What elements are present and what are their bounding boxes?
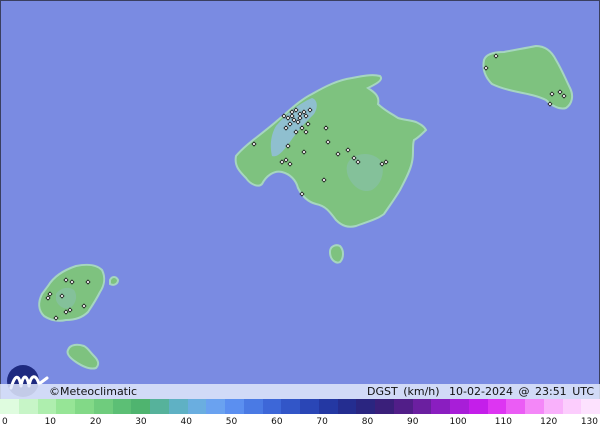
scale-swatch — [506, 399, 525, 414]
map-canvas — [0, 0, 600, 435]
scale-swatch — [431, 399, 450, 414]
scale-swatch — [356, 399, 375, 414]
scale-tick-label: 0 — [2, 417, 8, 427]
scale-tick-label: 130 — [580, 417, 598, 427]
scale-tick-label: 110 — [494, 417, 512, 427]
scale-tick-label: 40 — [180, 417, 192, 427]
scale-tick-label: 70 — [316, 417, 328, 427]
scale-swatch — [37, 399, 57, 414]
scale-tick-label: 10 — [44, 417, 57, 427]
variable-unit: (km/h) — [403, 385, 440, 398]
scale-tick-label: 50 — [225, 417, 238, 427]
scale-swatch — [487, 399, 507, 414]
brand-credit: ©Meteoclimatic — [49, 385, 137, 398]
copyright-symbol: © — [49, 385, 60, 398]
scale-swatch — [562, 399, 582, 414]
scale-tick-label: 90 — [407, 417, 419, 427]
scale-swatch — [300, 399, 319, 414]
scale-swatch — [375, 399, 394, 414]
timestamp-at: @ — [518, 385, 530, 398]
wind-gust-map — [0, 0, 600, 435]
scale-swatch — [337, 399, 357, 414]
cabrera-island — [328, 244, 344, 264]
timestamp-date: 10-02-2024 — [449, 385, 513, 398]
brand-name: Meteoclimatic — [60, 385, 138, 398]
scale-swatch — [262, 399, 282, 414]
timestamp-timezone: UTC — [572, 385, 594, 398]
scale-swatch — [281, 399, 300, 414]
scale-swatch — [243, 399, 263, 414]
scale-tick-label: 60 — [271, 417, 283, 427]
map-caption: DGST (km/h) 10-02-2024 @ 23:51 UTC — [365, 385, 594, 398]
scale-swatch — [581, 399, 600, 414]
scale-swatch — [112, 399, 132, 414]
scale-swatch — [18, 399, 38, 414]
scale-swatch — [0, 399, 19, 414]
scale-swatch — [318, 399, 338, 414]
scale-swatch — [75, 399, 94, 414]
scale-swatch — [206, 399, 225, 414]
scale-swatch — [150, 399, 169, 414]
scale-tick-label: 120 — [540, 417, 558, 427]
scale-swatch — [412, 399, 432, 414]
scale-tick-label: 100 — [449, 417, 467, 427]
color-scale-swatches — [0, 399, 600, 414]
scale-tick-label: 80 — [361, 417, 374, 427]
scale-swatch — [187, 399, 207, 414]
scale-swatch — [468, 399, 488, 414]
scale-swatch — [225, 399, 244, 414]
scale-swatch — [543, 399, 563, 414]
variable-name: DGST — [366, 385, 398, 398]
scale-swatch — [56, 399, 75, 414]
scale-swatch — [525, 399, 544, 414]
scale-swatch — [131, 399, 150, 414]
color-scale-ticks: 0 10 20 30 40 50 60 70 80 90 100 110 120 130 — [0, 416, 600, 430]
scale-tick-label: 30 — [135, 417, 147, 427]
scale-swatch — [450, 399, 469, 414]
scale-swatch — [93, 399, 113, 414]
scale-tick-label: 20 — [89, 417, 102, 427]
ibiza-islet — [109, 276, 120, 286]
scale-swatch — [168, 399, 188, 414]
timestamp-time: 23:51 — [534, 385, 567, 398]
scale-swatch — [393, 399, 413, 414]
color-scale: 0 10 20 30 40 50 60 70 80 90 100 110 120 130 — [0, 399, 600, 435]
